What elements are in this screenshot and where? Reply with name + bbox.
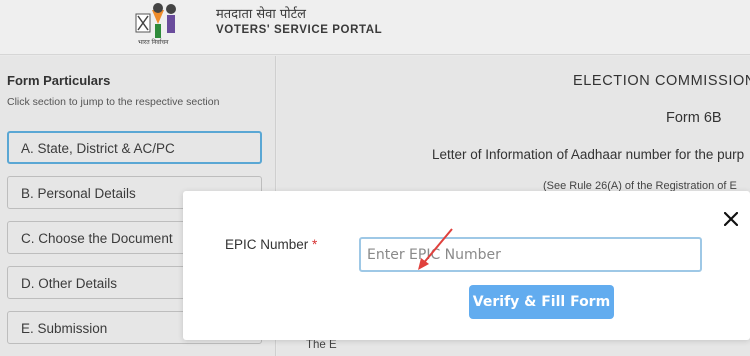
- svg-text:भारत निर्वाचन: भारत निर्वाचन: [138, 38, 169, 46]
- epic-number-label: EPIC Number *: [225, 237, 317, 252]
- form-name: Form 6B: [666, 110, 722, 126]
- sidebar-title: Form Particulars: [7, 73, 111, 88]
- close-icon[interactable]: [724, 212, 738, 226]
- body-text: The E: [306, 339, 337, 351]
- commission-title: ELECTION COMMISSION: [573, 73, 750, 89]
- epic-label-text: EPIC Number: [225, 237, 309, 252]
- required-mark: *: [312, 237, 318, 252]
- epic-modal: EPIC Number * Verify & Fill Form: [183, 191, 750, 340]
- eci-logo: भारत निर्वाचन: [135, 3, 176, 46]
- sidebar-hint: Click section to jump to the respective …: [7, 96, 220, 108]
- site-header: भारत निर्वाचन मतदाता सेवा पोर्टल VOTERS'…: [0, 0, 750, 55]
- section-state-district[interactable]: A. State, District & AC/PC: [7, 131, 262, 164]
- portal-name-hindi: मतदाता सेवा पोर्टल: [216, 7, 306, 22]
- form-description: Letter of Information of Aadhaar number …: [432, 147, 745, 162]
- epic-number-input[interactable]: [359, 237, 702, 272]
- portal-name-english: VOTERS' SERVICE PORTAL: [216, 24, 383, 36]
- verify-fill-form-button[interactable]: Verify & Fill Form: [469, 285, 614, 319]
